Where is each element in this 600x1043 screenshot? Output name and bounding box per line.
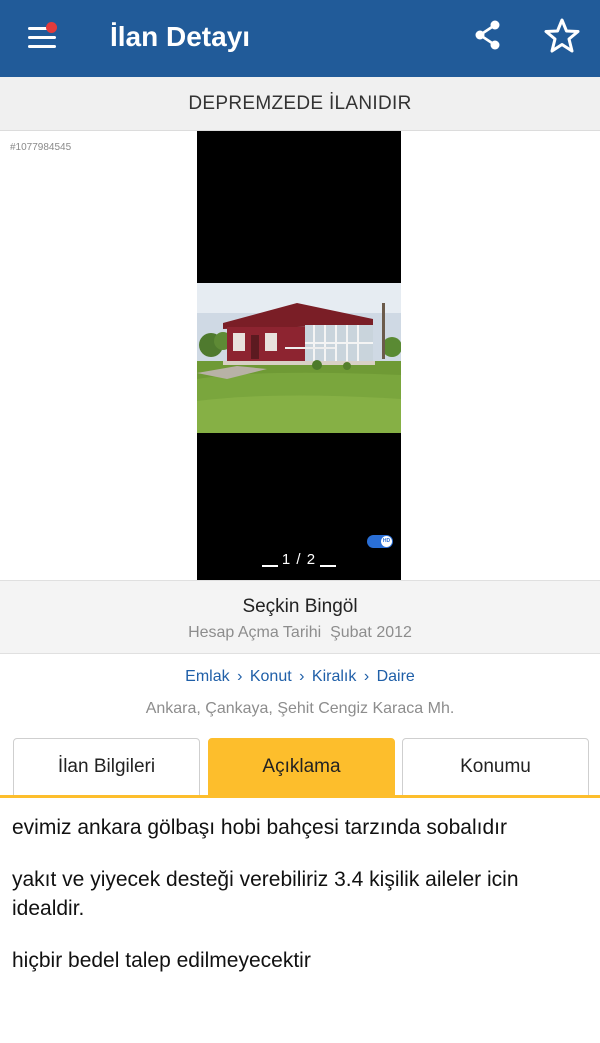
listing-location: Ankara, Çankaya, Şehit Cengiz Karaca Mh. (145, 700, 455, 717)
indicator-underline (320, 565, 337, 567)
breadcrumb-item-emlak[interactable]: Emlak (185, 668, 229, 685)
favorite-button[interactable] (542, 16, 582, 56)
account-created-date: Hesap Açma Tarihi Şubat 2012 (0, 624, 600, 642)
earthquake-victim-banner: DEPREMZEDE İLANIDIR (0, 77, 600, 131)
breadcrumb-separator: › (299, 668, 305, 685)
breadcrumb-item-daire[interactable]: Daire (377, 668, 415, 685)
notification-dot (46, 22, 57, 33)
hd-toggle[interactable]: HD (367, 535, 393, 548)
description-paragraph: hiçbir bedel talep edilmeyecektir (12, 949, 311, 972)
breadcrumb-separator: › (237, 668, 243, 685)
account-created-value: Şubat 2012 (330, 624, 412, 641)
house-photo-image (197, 283, 401, 433)
tab-description[interactable]: Açıklama (208, 738, 395, 796)
breadcrumb: Emlak › Konut › Kiralık › Daire (0, 668, 600, 686)
tab-listing-info[interactable]: İlan Bilgileri (13, 738, 200, 796)
star-outline-icon (544, 18, 580, 53)
description-paragraph: yakıt ve yiyecek desteği verebiliriz 3.4… (12, 868, 519, 920)
description-paragraph: evimiz ankara gölbaşı hobi bahçesi tarzı… (12, 816, 507, 839)
page-total: 2 (306, 551, 317, 568)
account-created-label: Hesap Açma Tarihi (188, 624, 322, 641)
house-photo[interactable] (197, 283, 401, 433)
menu-icon-line (28, 45, 56, 48)
page-separator: / (296, 551, 302, 568)
seller-name[interactable]: Seçkin Bingöl (0, 596, 600, 618)
breadcrumb-item-kiralik[interactable]: Kiralık (312, 668, 356, 685)
hd-toggle-knob: HD (381, 536, 392, 547)
listing-description: evimiz ankara gölbaşı hobi bahçesi tarzı… (12, 813, 592, 998)
active-tab-underline (0, 795, 600, 798)
photo-gallery[interactable]: HD 1 / 2 (197, 131, 401, 580)
page-current: 1 (281, 551, 292, 568)
menu-icon (28, 27, 48, 30)
tab-location[interactable]: Konumu (402, 738, 589, 796)
menu-button[interactable] (24, 22, 64, 54)
app-bar: İlan Detayı (0, 0, 600, 77)
listing-id: #1077984545 (10, 142, 72, 153)
share-button[interactable] (471, 18, 505, 52)
menu-icon-line (28, 36, 56, 39)
photo-page-indicator: 1 / 2 (197, 551, 401, 568)
breadcrumb-item-konut[interactable]: Konut (250, 668, 292, 685)
page-title: İlan Detayı (110, 21, 251, 52)
indicator-underline (261, 565, 278, 567)
detail-tabs: İlan Bilgileri Açıklama Konumu (0, 738, 600, 798)
seller-info[interactable]: Seçkin Bingöl Hesap Açma Tarihi Şubat 20… (0, 580, 600, 654)
breadcrumb-separator: › (363, 668, 370, 685)
share-icon (475, 20, 500, 50)
